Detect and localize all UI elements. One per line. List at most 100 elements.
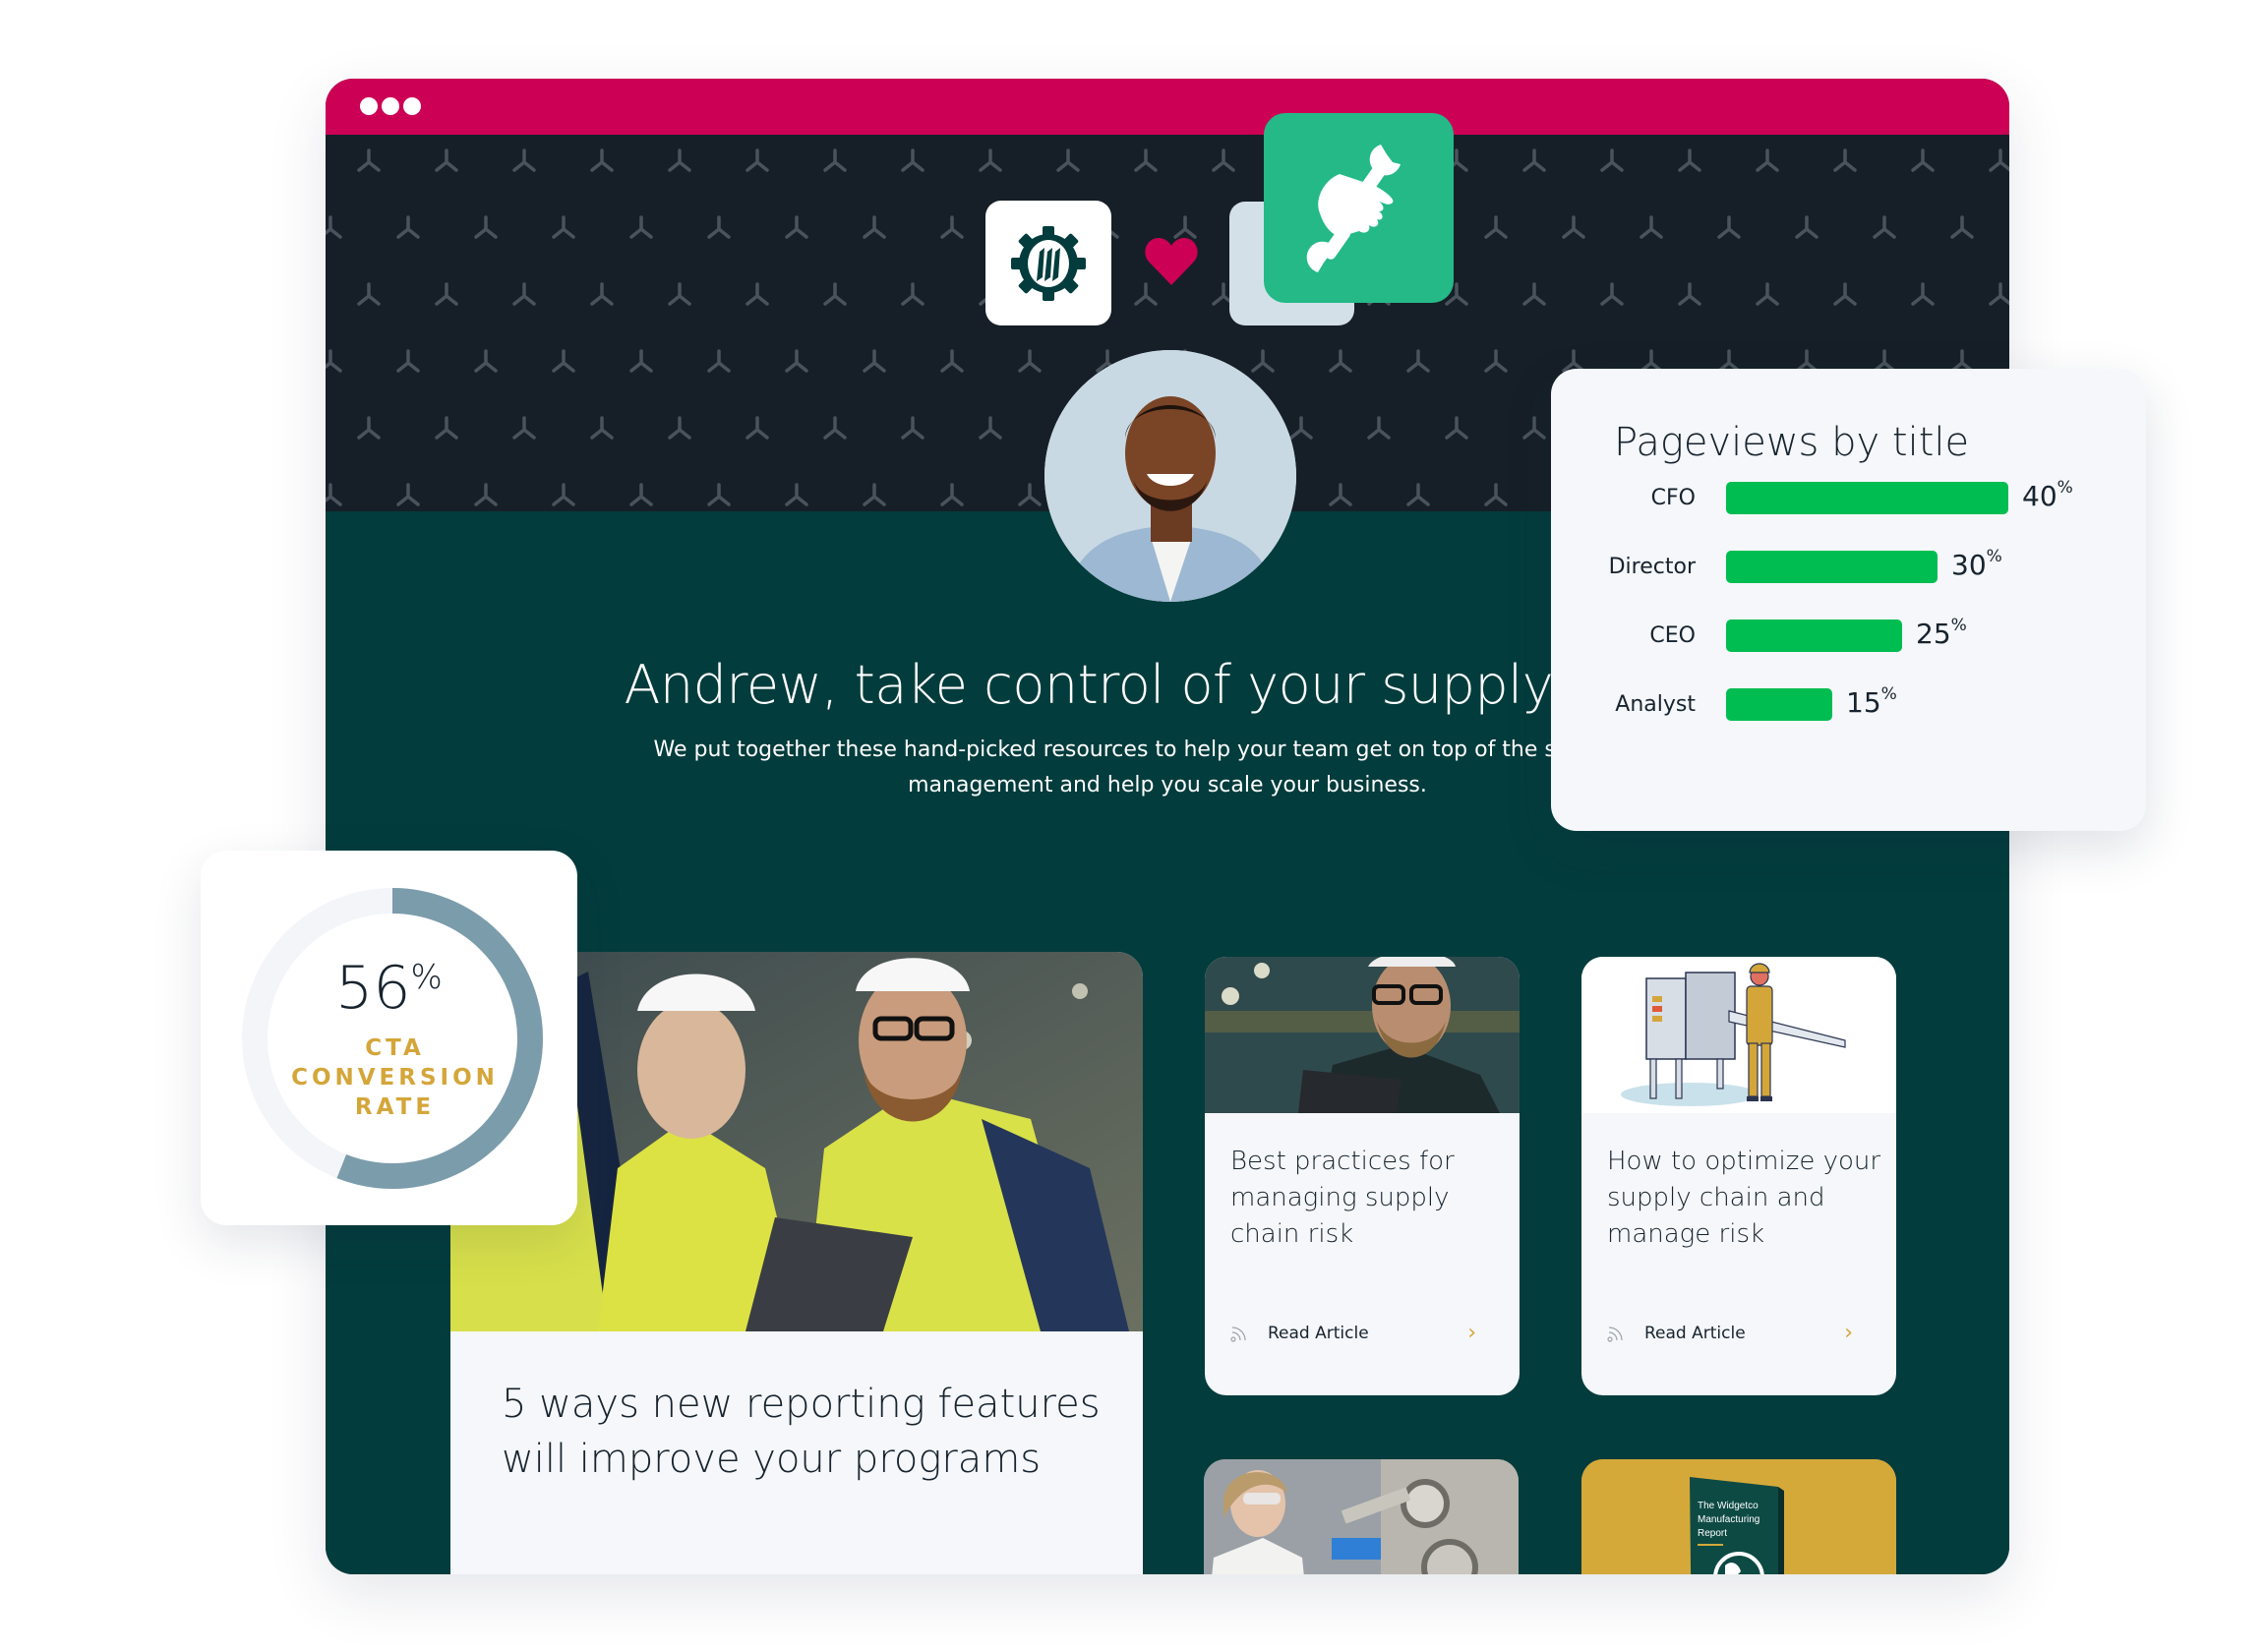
bar-value-unit: % [1880,684,1897,704]
tri-pattern-glyph [1406,483,1430,506]
tri-pattern-glyph [1134,282,1158,306]
tri-pattern-glyph [396,349,420,373]
svg-text:The Widgetco: The Widgetco [1698,1501,1759,1511]
window-dot[interactable] [360,97,378,115]
article-card[interactable]: How to optimize your supply chain and ma… [1581,957,1896,1395]
tri-pattern-glyph [1678,282,1701,306]
tri-pattern-glyph [590,148,614,172]
tri-pattern-glyph [1484,215,1508,239]
tri-pattern-glyph [1911,282,1935,306]
bar-value-unit: % [1986,547,2002,566]
cta-value-number: 56 [335,954,411,1023]
report-book-cover: The Widgetco Manufacturing Report [1581,1459,1896,1574]
tri-pattern-glyph [1833,282,1857,306]
tri-pattern-glyph [1406,349,1430,373]
company-logo [985,201,1111,325]
svg-text:Manufacturing: Manufacturing [1698,1514,1759,1525]
tri-pattern-glyph [396,215,420,239]
article-card[interactable]: Best practices for managing supply chain… [1205,957,1520,1395]
avatar-photo [1044,350,1296,602]
bar-category-label: CEO [1649,623,1696,648]
tri-pattern-glyph [590,416,614,440]
tri-pattern-glyph [357,148,381,172]
report-card[interactable]: The Widgetco Manufacturing Report [1581,1459,1896,1574]
tri-pattern-glyph [863,215,886,239]
tri-pattern-glyph [1445,416,1468,440]
bar-value-label: 30% [1951,547,2002,581]
tri-pattern-glyph [474,215,498,239]
tri-pattern-glyph [940,483,964,506]
tri-pattern-glyph [1018,349,1042,373]
tri-pattern-glyph [823,282,847,306]
tri-pattern-glyph [512,282,536,306]
bar [1726,551,1938,583]
cta-label-line: CONVERSION [291,1065,499,1091]
chevron-right-icon[interactable]: › [1844,1321,1853,1345]
marketing-hero-composite: Andrew, take control of your supply chai… [0,0,2266,1652]
tri-pattern-glyph [474,483,498,506]
resource-card[interactable] [1204,1459,1519,1574]
tri-pattern-glyph [901,416,924,440]
bar-value-number: 15 [1846,686,1881,719]
cta-conversion-card: 56% CTA CONVERSION RATE [201,851,577,1225]
bar-category-label: CFO [1650,486,1696,510]
read-article-label[interactable]: Read Article [1644,1324,1746,1343]
tri-pattern-glyph [745,148,769,172]
tri-pattern-glyph [435,282,458,306]
tri-pattern-glyph [1600,148,1624,172]
read-article-link[interactable]: Read Article › [1230,1319,1476,1348]
tri-pattern-glyph [1950,349,1974,373]
bar-row: Analyst 15% [1551,684,2146,722]
tri-pattern-glyph [1640,215,1663,239]
tri-pattern-glyph [629,349,653,373]
featured-article-title[interactable]: 5 ways new reporting features will impro… [502,1377,1111,1487]
tri-pattern-glyph [1717,349,1741,373]
tri-pattern-glyph [785,215,808,239]
chevron-right-icon[interactable]: › [1467,1321,1476,1345]
bar-row: CFO 40% [1551,478,2146,515]
article-title[interactable]: Best practices for managing supply chain… [1230,1144,1506,1253]
bar-value-unit: % [1950,616,1967,635]
tri-pattern-glyph [552,215,575,239]
tri-pattern-glyph [435,416,458,440]
bar-row: CEO 25% [1551,616,2146,653]
rss-icon [1230,1327,1246,1342]
tri-pattern-glyph [1484,349,1508,373]
tri-pattern-glyph [1018,483,1042,506]
tri-pattern-glyph [707,483,731,506]
tri-pattern-glyph [1484,483,1508,506]
tri-pattern-glyph [1562,349,1585,373]
tri-pattern-glyph [629,483,653,506]
bar [1726,688,1832,721]
tri-pattern-glyph [590,282,614,306]
tri-pattern-glyph [979,148,1002,172]
tri-pattern-glyph [1873,349,1896,373]
tri-pattern-glyph [1173,215,1197,239]
tri-pattern-glyph [357,282,381,306]
tri-pattern-glyph [1329,349,1352,373]
tri-pattern-glyph [1289,416,1313,440]
tri-pattern-glyph [1562,215,1585,239]
bar-value-number: 25 [1916,618,1951,650]
tri-pattern-glyph [863,349,886,373]
cta-label: CTA CONVERSION RATE [260,1033,530,1122]
tri-pattern-glyph [1640,349,1663,373]
article-title[interactable]: How to optimize your supply chain and ma… [1607,1144,1882,1253]
bar-value-label: 15% [1846,684,1897,719]
read-article-label[interactable]: Read Article [1268,1324,1369,1343]
tri-pattern-glyph [1522,148,1546,172]
tri-pattern-glyph [1522,416,1546,440]
conveyor-worker-illustration [1581,957,1896,1113]
tri-pattern-glyph [745,416,769,440]
tri-pattern-glyph [326,483,342,506]
bar-value-label: 40% [2022,478,2073,512]
heart-icon [1145,238,1198,285]
tri-pattern-glyph [785,349,808,373]
tri-pattern-glyph [1329,483,1352,506]
tri-pattern-glyph [1600,282,1624,306]
read-article-link[interactable]: Read Article › [1607,1319,1853,1348]
window-dot[interactable] [403,97,421,115]
window-dot[interactable] [382,97,399,115]
browser-title-bar [326,79,2009,135]
bar-category-label: Director [1608,555,1696,579]
